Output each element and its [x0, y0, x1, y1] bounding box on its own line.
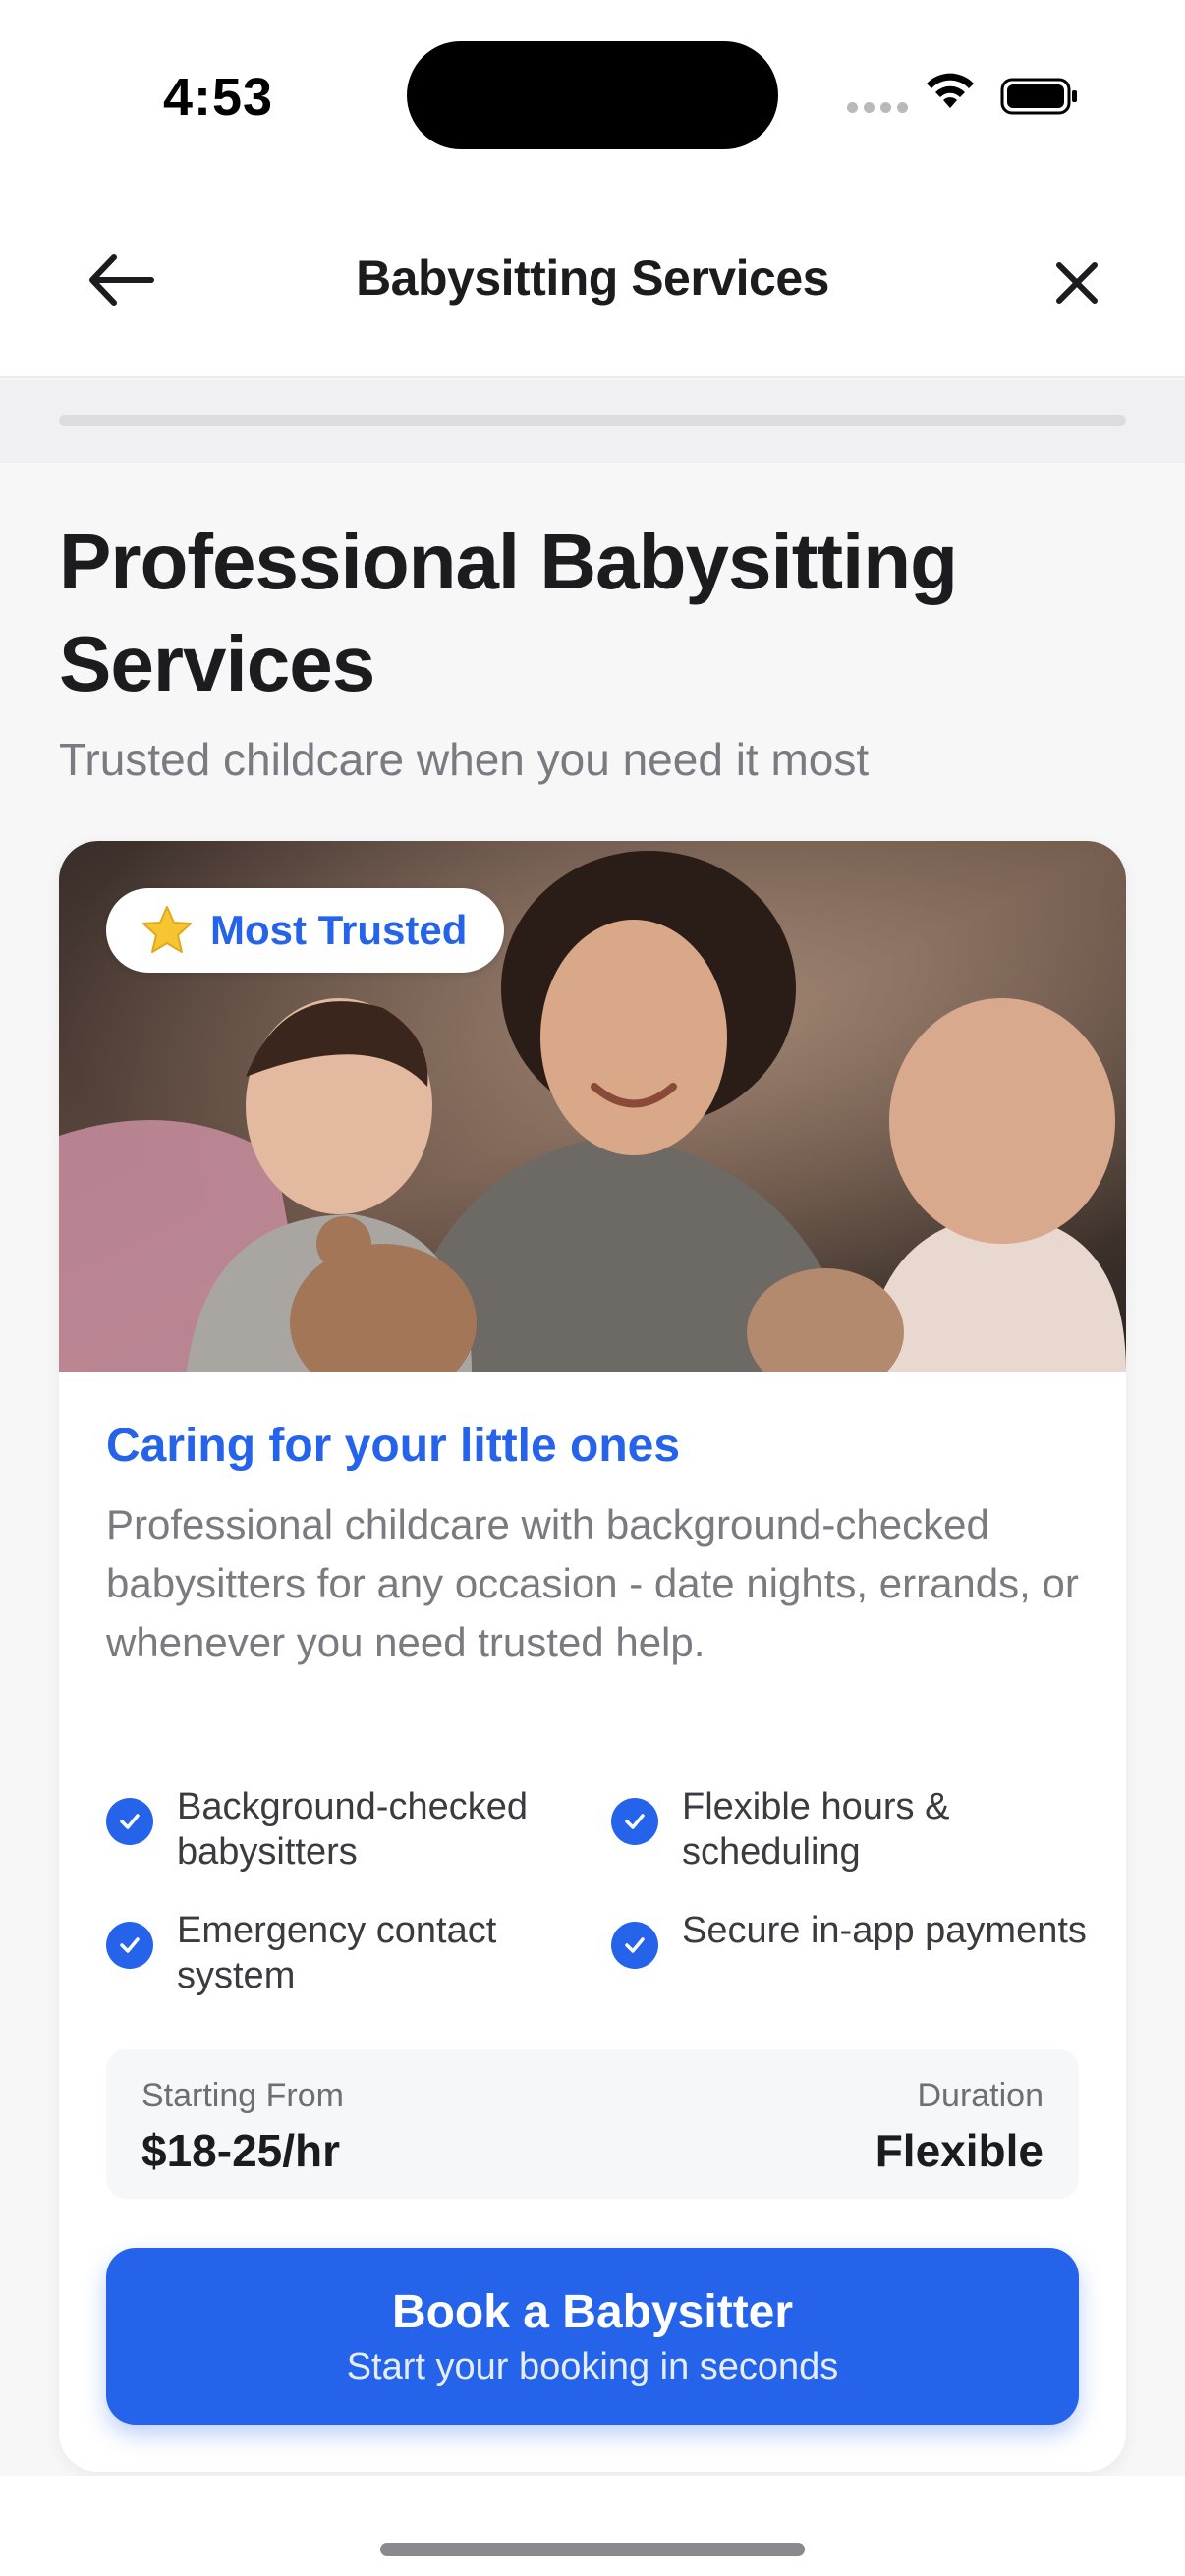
navigation-bar: Babysitting Services	[0, 196, 1185, 378]
feature-label: Background-checked babysitters	[177, 1786, 528, 1873]
most-trusted-badge: Most Trusted	[106, 888, 505, 973]
price-value: $18-25/hr	[141, 2125, 341, 2176]
checkmark-icon	[611, 1922, 658, 1969]
badge-label: Most Trusted	[210, 907, 468, 953]
feature-item: Emergency contact system	[106, 1908, 611, 1998]
duration-value: Flexible	[875, 2125, 1044, 2176]
progress-section	[0, 380, 1185, 463]
starting-from-caption: Starting From	[141, 2077, 344, 2114]
page-subtitle: Trusted childcare when you need it most	[59, 734, 870, 785]
progress-fill	[59, 415, 1126, 426]
feature-label: Secure in-app payments	[682, 1910, 1087, 1951]
feature-item: Flexible hours & scheduling	[611, 1784, 1099, 1875]
duration-caption: Duration	[917, 2077, 1044, 2114]
home-indicator[interactable]	[380, 2543, 805, 2556]
bottom-safe-area	[0, 2476, 1185, 2576]
page-title: Professional Babysitting Services	[59, 518, 958, 707]
book-button-label: Book a Babysitter	[391, 2286, 794, 2338]
book-button-sublabel: Start your booking in seconds	[346, 2346, 839, 2387]
status-bar: 4:53	[0, 0, 1185, 196]
pricing-summary: Starting From $18-25/hr Duration Flexibl…	[106, 2049, 1079, 2199]
service-card: Most Trusted Caring for your little ones…	[59, 841, 1126, 2472]
book-babysitter-button[interactable]: Book a Babysitter Start your booking in …	[106, 2248, 1079, 2425]
card-title: Caring for your little ones	[106, 1420, 681, 1472]
checkmark-icon	[106, 1798, 153, 1845]
battery-icon	[1000, 78, 1077, 115]
checkmark-icon	[611, 1798, 658, 1845]
feature-list: Background-checked babysitters Flexible …	[106, 1784, 1099, 1998]
feature-label: Flexible hours & scheduling	[682, 1786, 950, 1873]
checkmark-icon	[106, 1922, 153, 1969]
star-icon	[142, 906, 192, 953]
cellular-signal-icon	[847, 102, 908, 113]
dynamic-island	[407, 41, 778, 149]
feature-label: Emergency contact system	[177, 1910, 497, 1996]
status-time: 4:53	[163, 68, 274, 127]
feature-item: Secure in-app payments	[611, 1908, 1099, 1998]
progress-bar	[59, 415, 1126, 426]
feature-item: Background-checked babysitters	[106, 1784, 611, 1875]
wifi-icon	[927, 73, 974, 108]
close-icon[interactable]	[1049, 255, 1104, 310]
nav-title: Babysitting Services	[356, 251, 829, 306]
card-description: Professional childcare with background-c…	[106, 1501, 1079, 1665]
